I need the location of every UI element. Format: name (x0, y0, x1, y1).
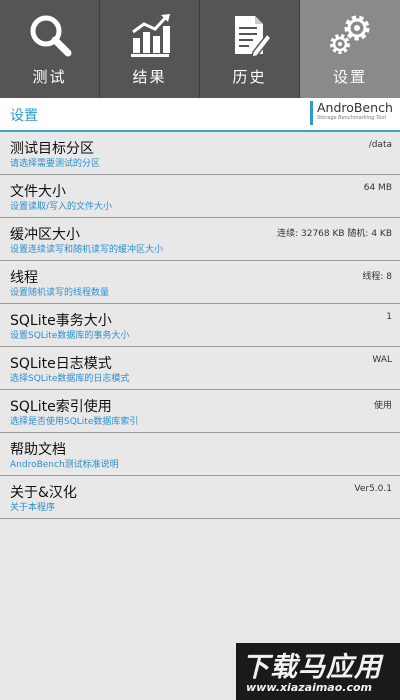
setting-threads[interactable]: 线程 设置随机读写的线程数量 线程: 8 (0, 261, 400, 304)
search-icon (30, 15, 72, 57)
tab-label: 测试 (32, 68, 67, 86)
setting-file-size[interactable]: 文件大小 设置读取/写入的文件大小 64 MB (0, 175, 400, 218)
setting-value: 使用 (373, 401, 392, 411)
setting-subtitle: 设置连续读写和随机读写的缓冲区大小 (10, 245, 164, 255)
tab-label: 结果 (132, 68, 167, 86)
setting-sqlite-index[interactable]: SQLite索引使用 选择是否使用SQLite数据库索引 使用 (0, 390, 400, 433)
watermark: 下载马应用 www.xiazaimao.com (236, 643, 400, 700)
setting-sqlite-transaction-size[interactable]: SQLite事务大小 设置SQLite数据库的事务大小 1 (0, 304, 400, 347)
setting-value: 线程: 8 (362, 272, 392, 282)
androbench-logo: AndroBench Storage Benchmarking Tool (310, 100, 393, 125)
watermark-text: 下载马应用 (242, 652, 382, 683)
setting-subtitle: 请选择需要测试的分区 (10, 159, 101, 169)
setting-help[interactable]: 帮助文档 AndroBench测试标准说明 (0, 433, 400, 476)
setting-title: SQLite索引使用 (10, 399, 112, 415)
tab-label: 设置 (332, 68, 367, 86)
setting-value: Ver5.0.1 (354, 484, 392, 494)
setting-title: 缓冲区大小 (10, 227, 80, 243)
setting-subtitle: 设置随机读写的线程数量 (10, 288, 110, 298)
setting-subtitle: 选择是否使用SQLite数据库索引 (10, 417, 139, 427)
tab-history[interactable]: 历史 (200, 0, 300, 98)
gear-icon (330, 15, 370, 54)
setting-sqlite-journal-mode[interactable]: SQLite日志模式 选择SQLite数据库的日志模式 WAL (0, 347, 400, 390)
setting-value: WAL (372, 355, 392, 365)
setting-subtitle: 选择SQLite数据库的日志模式 (10, 374, 130, 384)
tab-test[interactable]: 测试 (0, 0, 100, 98)
watermark-url: www.xiazaimao.com (246, 681, 373, 694)
setting-target-partition[interactable]: 测试目标分区 请选择需要测试的分区 /data (0, 132, 400, 175)
setting-title: 测试目标分区 (10, 141, 94, 157)
settings-header: 设置 AndroBench Storage Benchmarking Tool (0, 98, 400, 132)
setting-title: 线程 (10, 270, 38, 286)
setting-about[interactable]: 关于&汉化 关于本程序 Ver5.0.1 (0, 476, 400, 519)
tab-results[interactable]: 结果 (100, 0, 200, 98)
tab-settings[interactable]: 设置 (300, 0, 400, 98)
setting-title: SQLite日志模式 (10, 356, 112, 372)
setting-value: 1 (386, 312, 392, 322)
setting-value: /data (368, 140, 392, 150)
setting-title: SQLite事务大小 (10, 313, 112, 329)
setting-subtitle: 设置读取/写入的文件大小 (10, 202, 113, 212)
settings-list: 测试目标分区 请选择需要测试的分区 /data 文件大小 设置读取/写入的文件大… (0, 132, 400, 519)
tab-bar: 测试 结果 历史 设置 (0, 0, 400, 98)
logo-name: AndroBench (317, 100, 393, 115)
setting-value: 连续: 32768 KB 随机: 4 KB (277, 229, 392, 239)
setting-subtitle: AndroBench测试标准说明 (10, 460, 119, 470)
setting-value: 64 MB (363, 183, 392, 193)
setting-title: 关于&汉化 (10, 485, 77, 501)
setting-title: 文件大小 (10, 184, 66, 200)
setting-subtitle: 关于本程序 (10, 503, 56, 513)
setting-buffer-size[interactable]: 缓冲区大小 设置连续读写和随机读写的缓冲区大小 连续: 32768 KB 随机:… (0, 218, 400, 261)
bar-chart-icon (131, 14, 170, 57)
setting-title: 帮助文档 (10, 442, 66, 458)
document-edit-icon (235, 16, 272, 58)
logo-tagline: Storage Benchmarking Tool (317, 115, 386, 121)
tab-label: 历史 (232, 68, 267, 86)
setting-subtitle: 设置SQLite数据库的事务大小 (10, 331, 130, 341)
page-title: 设置 (10, 108, 38, 124)
